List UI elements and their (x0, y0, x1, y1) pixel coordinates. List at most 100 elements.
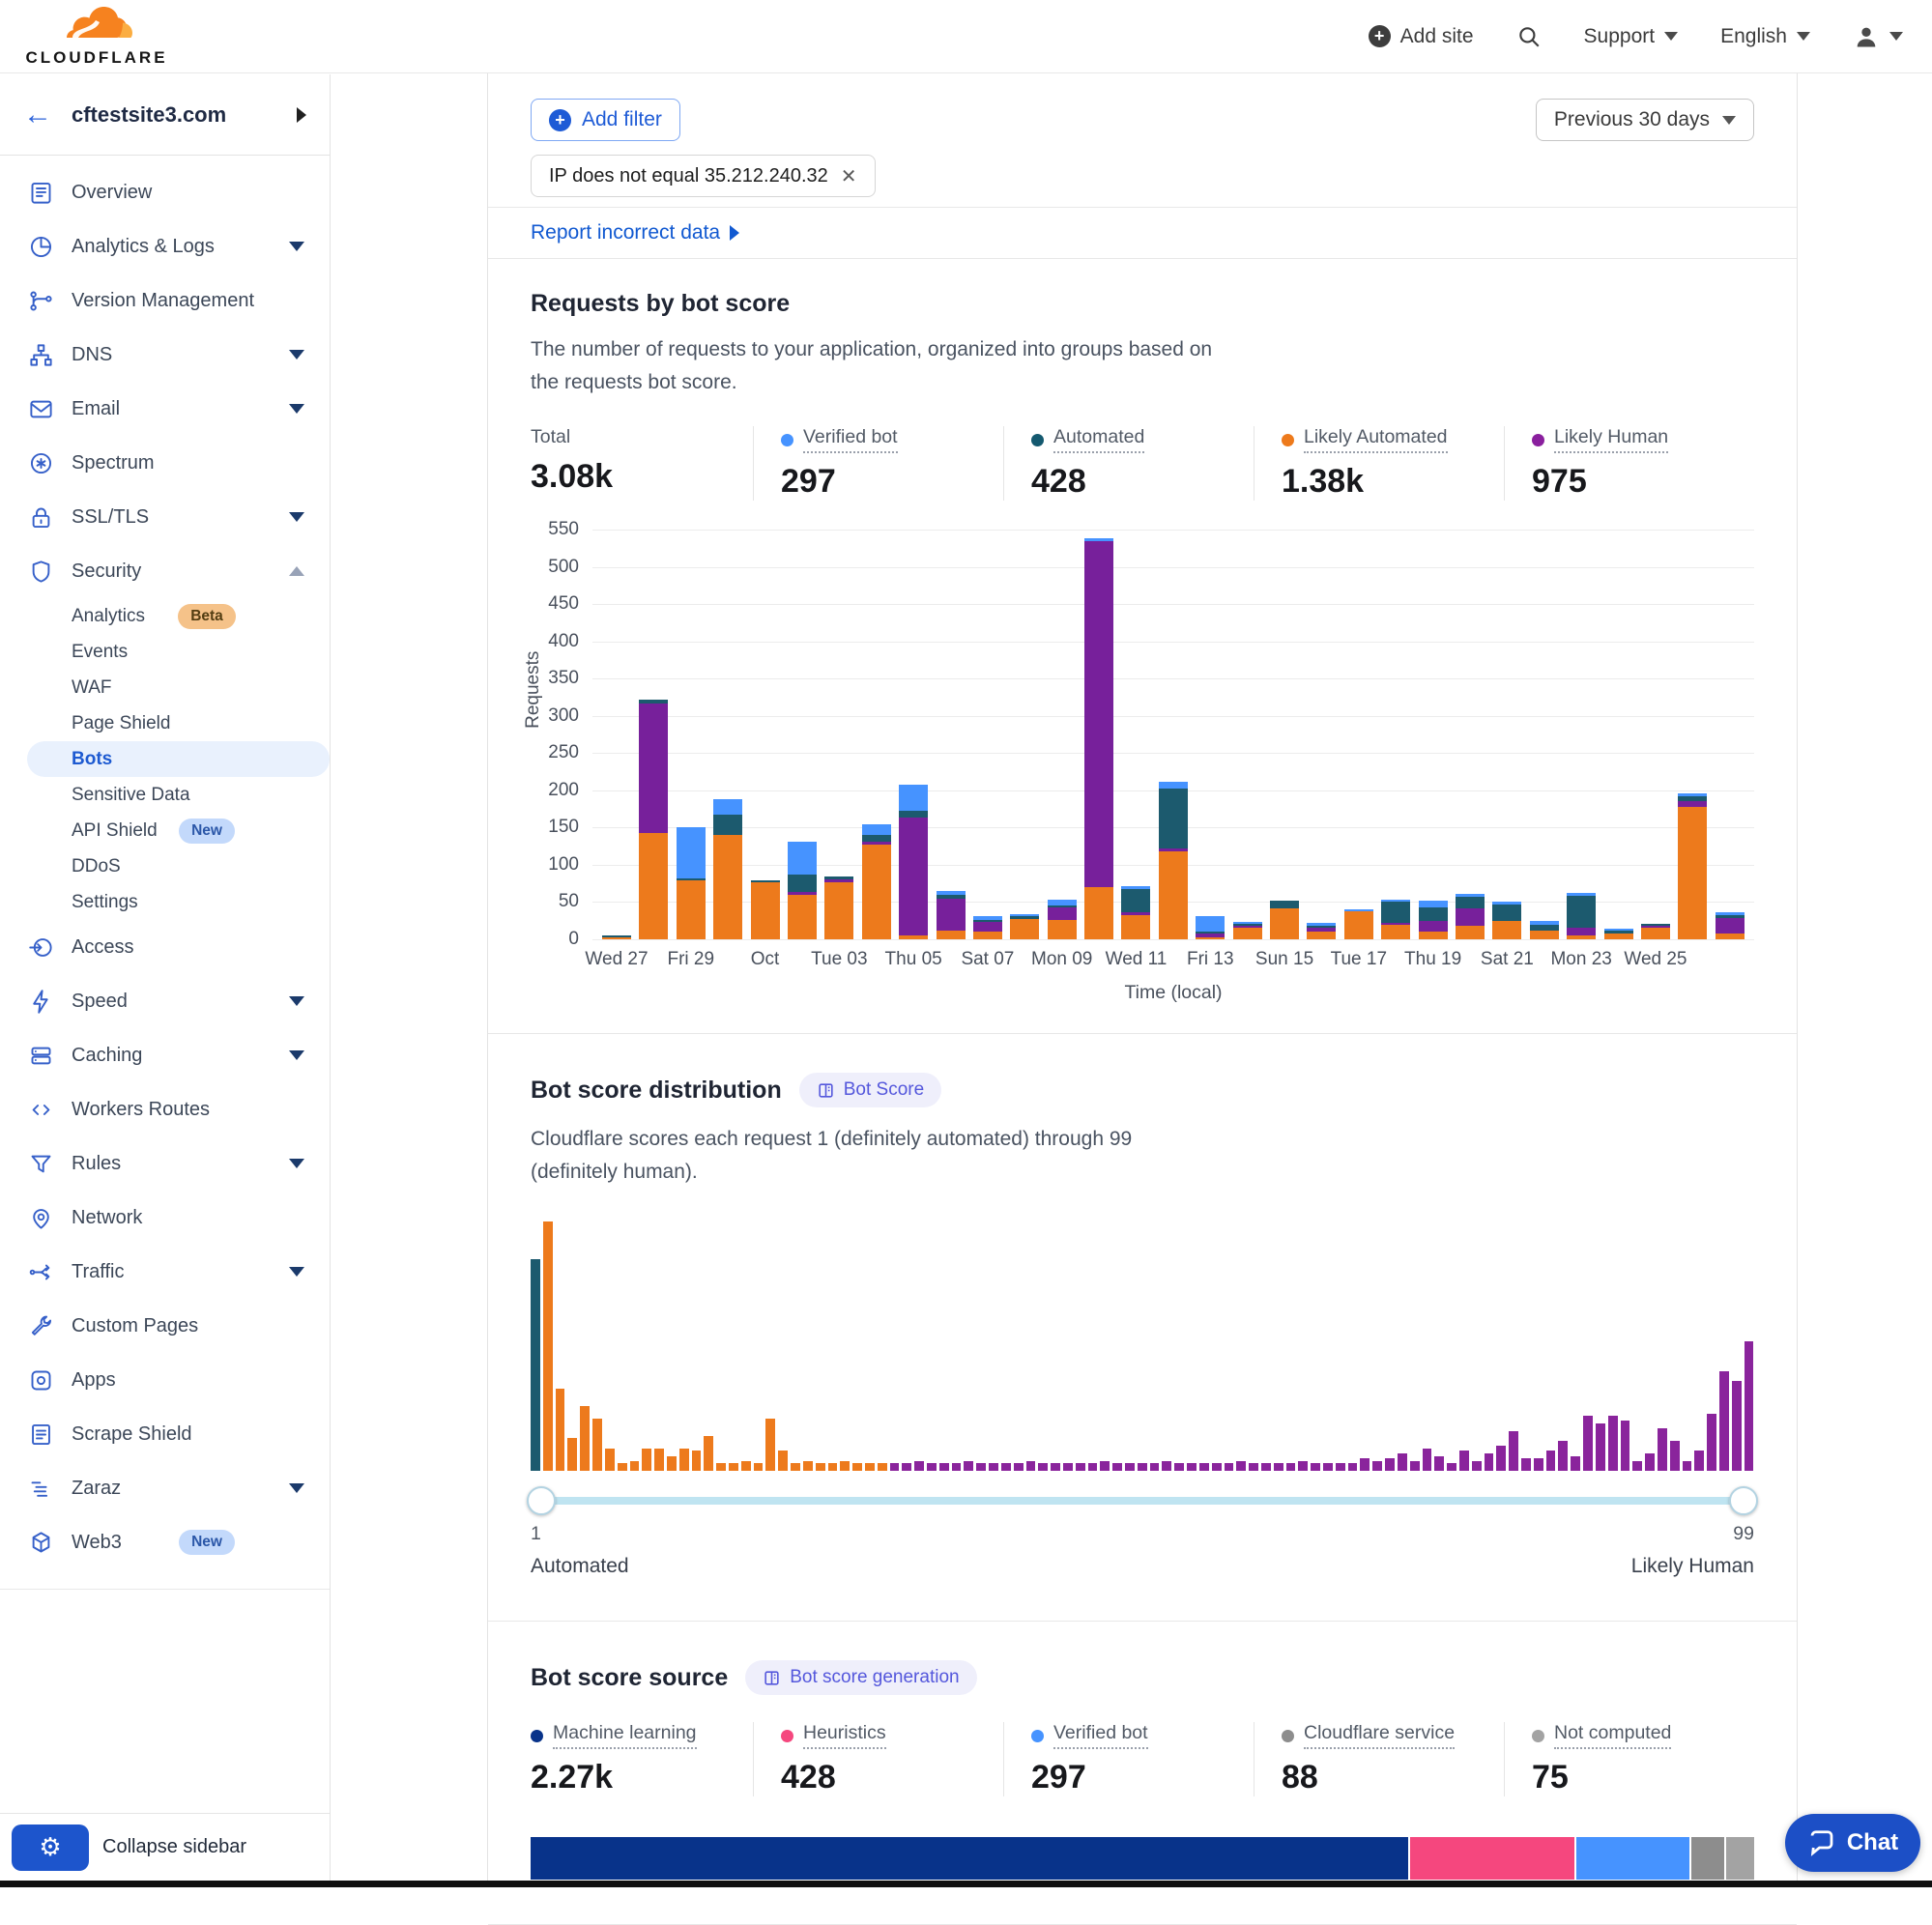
sidebar-item-version-management[interactable]: Version Management (0, 273, 330, 328)
histogram-bar-score-84[interactable] (1558, 1441, 1568, 1471)
sidebar-item-spectrum[interactable]: Spectrum (0, 436, 330, 490)
sidebar-item-overview[interactable]: Overview (0, 165, 330, 219)
histogram-bar-score-55[interactable] (1199, 1463, 1209, 1471)
sidebar-item-speed[interactable]: Speed (0, 974, 330, 1028)
sidebar-item-ddos[interactable]: DDoS (0, 848, 330, 884)
histogram-bar-score-45[interactable] (1076, 1463, 1085, 1471)
histogram-bar-score-18[interactable] (741, 1461, 751, 1471)
histogram-bar-score-71[interactable] (1398, 1453, 1407, 1471)
histogram-bar-score-99[interactable] (1745, 1341, 1754, 1471)
histogram-bar-score-41[interactable] (1026, 1461, 1036, 1471)
histogram-bar-score-94[interactable] (1683, 1461, 1692, 1471)
histogram-bar-score-93[interactable] (1670, 1441, 1680, 1471)
histogram-bar-score-61[interactable] (1274, 1463, 1283, 1471)
histogram-bar-score-64[interactable] (1311, 1463, 1320, 1471)
histogram-bar-score-19[interactable] (754, 1463, 764, 1471)
account-menu[interactable] (1853, 23, 1903, 50)
chart-bar[interactable] (1492, 902, 1521, 939)
chart-bar[interactable] (1196, 916, 1225, 939)
chart-bar[interactable] (1641, 924, 1670, 939)
source-segment-heuristics[interactable] (1410, 1837, 1576, 1880)
histogram-bar-score-49[interactable] (1125, 1463, 1135, 1471)
sidebar-item-waf[interactable]: WAF (0, 670, 330, 705)
histogram-bar-score-50[interactable] (1138, 1463, 1147, 1471)
close-icon[interactable]: ✕ (841, 164, 857, 188)
chart-bar[interactable] (788, 842, 817, 939)
histogram-bar-score-27[interactable] (852, 1463, 862, 1471)
chart-bar[interactable] (1419, 901, 1448, 939)
histogram-bar-score-14[interactable] (692, 1451, 702, 1471)
add-site-button[interactable]: + Add site (1369, 25, 1474, 48)
sidebar-item-ssl-tls[interactable]: SSL/TLS (0, 490, 330, 544)
sidebar-item-bots[interactable]: Bots (27, 741, 330, 777)
bot-score-badge[interactable]: Bot Score (799, 1073, 941, 1107)
chart-bar[interactable] (973, 916, 1002, 939)
chart-bar[interactable] (862, 824, 891, 939)
histogram-bar-score-30[interactable] (890, 1463, 900, 1471)
chart-bar[interactable] (937, 891, 966, 939)
sidebar-item-network[interactable]: Network (0, 1191, 330, 1245)
histogram-bar-score-65[interactable] (1323, 1463, 1333, 1471)
histogram-bar-score-51[interactable] (1150, 1463, 1160, 1471)
histogram-bar-score-75[interactable] (1447, 1463, 1456, 1471)
histogram-bar-score-26[interactable] (840, 1461, 850, 1471)
histogram-bar-score-35[interactable] (952, 1463, 962, 1471)
chart-bar[interactable] (899, 785, 928, 939)
histogram-bar-score-52[interactable] (1162, 1461, 1171, 1471)
histogram-bar-score-87[interactable] (1596, 1423, 1605, 1471)
sidebar-item-email[interactable]: Email (0, 382, 330, 436)
source-segment-verified-bot[interactable] (1576, 1837, 1691, 1880)
sidebar-item-page-shield[interactable]: Page Shield (0, 705, 330, 741)
sidebar-item-scrape-shield[interactable]: Scrape Shield (0, 1407, 330, 1461)
histogram-bar-score-59[interactable] (1249, 1463, 1258, 1471)
histogram-bar-score-70[interactable] (1385, 1458, 1395, 1471)
chart-bar[interactable] (1084, 538, 1113, 940)
date-range-dropdown[interactable]: Previous 30 days (1536, 99, 1754, 141)
sidebar-item-apps[interactable]: Apps (0, 1353, 330, 1407)
chart-bar[interactable] (1678, 793, 1707, 939)
chart-bar[interactable] (1048, 900, 1077, 939)
chat-button[interactable]: Chat (1785, 1814, 1920, 1872)
histogram-bar-score-82[interactable] (1534, 1458, 1543, 1471)
histogram-bar-score-95[interactable] (1694, 1451, 1704, 1471)
histogram-bar-score-79[interactable] (1496, 1446, 1506, 1471)
histogram-bar-score-76[interactable] (1459, 1451, 1469, 1471)
histogram-bar-score-39[interactable] (1001, 1463, 1011, 1471)
histogram-bar-score-34[interactable] (939, 1463, 949, 1471)
histogram-bar-score-9[interactable] (630, 1461, 640, 1471)
histogram-bar-score-67[interactable] (1348, 1463, 1358, 1471)
histogram-bar-score-73[interactable] (1423, 1449, 1432, 1471)
histogram-bar-score-74[interactable] (1434, 1456, 1444, 1471)
sidebar-item-workers-routes[interactable]: Workers Routes (0, 1082, 330, 1136)
histogram-bar-score-47[interactable] (1100, 1461, 1110, 1471)
slider-handle-max[interactable] (1729, 1486, 1758, 1515)
histogram-bar-score-43[interactable] (1051, 1463, 1060, 1471)
chart-bar[interactable] (1456, 894, 1485, 939)
sidebar-item-rules[interactable]: Rules (0, 1136, 330, 1191)
histogram-bar-score-20[interactable] (765, 1419, 775, 1471)
chart-bar[interactable] (602, 935, 631, 939)
add-filter-button[interactable]: + Add filter (531, 99, 680, 141)
histogram-bar-score-33[interactable] (927, 1463, 937, 1471)
chart-bar[interactable] (751, 880, 780, 939)
sidebar-item-analytics[interactable]: AnalyticsBeta (0, 598, 330, 634)
slider-handle-min[interactable] (527, 1486, 556, 1515)
back-arrow-icon[interactable]: ← (23, 101, 52, 129)
histogram-bar-score-46[interactable] (1088, 1463, 1098, 1471)
sidebar-item-sensitive-data[interactable]: Sensitive Data (0, 777, 330, 813)
sidebar-item-settings[interactable]: Settings (0, 884, 330, 920)
histogram-bar-score-60[interactable] (1261, 1463, 1271, 1471)
histogram-bar-score-62[interactable] (1286, 1463, 1296, 1471)
chevron-right-icon[interactable] (297, 107, 306, 123)
histogram-bar-score-86[interactable] (1583, 1416, 1593, 1471)
sidebar-item-traffic[interactable]: Traffic (0, 1245, 330, 1299)
sidebar-item-caching[interactable]: Caching (0, 1028, 330, 1082)
histogram-bar-score-63[interactable] (1298, 1461, 1308, 1471)
sidebar-item-security[interactable]: Security (0, 544, 330, 598)
sidebar-item-analytics-logs[interactable]: Analytics & Logs (0, 219, 330, 273)
histogram-bar-score-1[interactable] (531, 1259, 540, 1471)
chart-bar[interactable] (1530, 921, 1559, 939)
chart-bar[interactable] (1567, 893, 1596, 939)
histogram-bar-score-91[interactable] (1645, 1453, 1655, 1471)
histogram-bar-score-22[interactable] (791, 1463, 800, 1471)
